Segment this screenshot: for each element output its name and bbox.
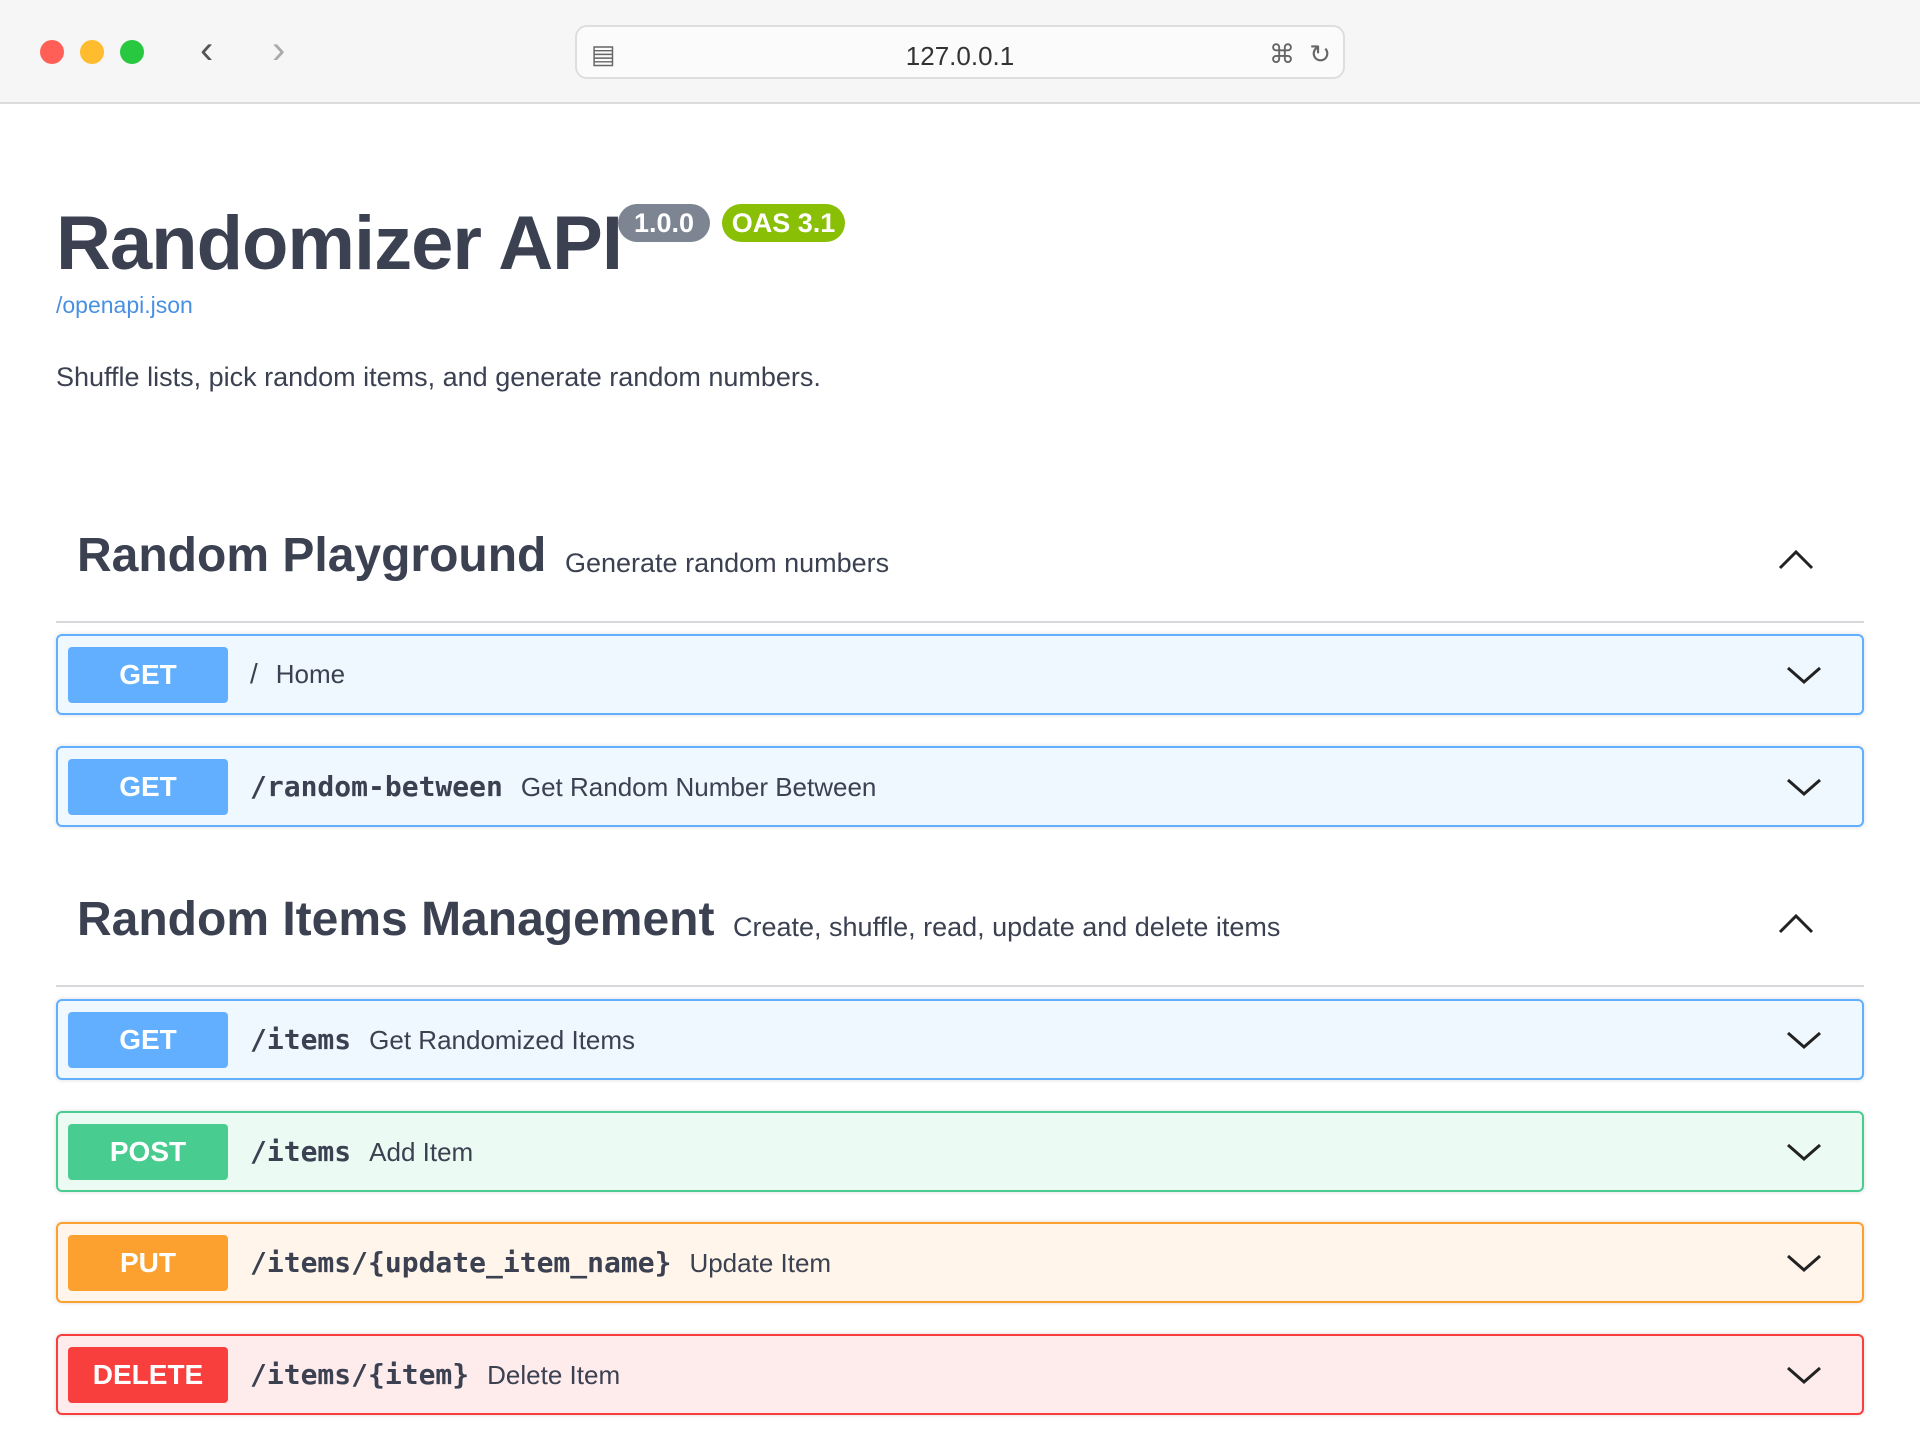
operation-path: /items/{item} [250,1358,469,1391]
chevron-down-icon[interactable] [1786,1025,1822,1055]
operation-path-row: /items Get Randomized Items [250,1023,635,1056]
operation-path-row: /items/{update_item_name} Update Item [250,1246,831,1279]
operation-summary: Update Item [689,1248,831,1278]
operation-summary: Add Item [369,1137,473,1167]
chevron-down-icon[interactable] [1786,772,1822,802]
operation-get[interactable]: GET /random-between Get Random Number Bet… [56,746,1864,827]
operation-summary: Get Randomized Items [369,1025,635,1055]
method-badge: PUT [68,1235,228,1291]
back-icon[interactable]: ‹ [200,30,213,70]
operation-path: / [250,658,258,689]
method-badge: POST [68,1124,228,1180]
chevron-up-icon[interactable] [1778,906,1814,942]
section-divider [56,985,1864,987]
operation-path-row: /random-between Get Random Number Between [250,770,876,803]
chevron-down-icon[interactable] [1786,1137,1822,1167]
minimize-window-button[interactable] [80,40,104,64]
address-bar[interactable]: ▤ 127.0.0.1 ⌘ ↻ [575,25,1345,79]
section-header-random-items-management[interactable]: Random Items Management Create, shuffle,… [56,892,1864,992]
chevron-down-icon[interactable] [1786,660,1822,690]
version-badge: 1.0.0 [618,204,710,242]
operation-get[interactable]: GET / Home [56,634,1864,715]
method-badge: GET [68,1012,228,1068]
browser-toolbar: ‹ › ▤ 127.0.0.1 ⌘ ↻ [0,0,1920,104]
method-badge: GET [68,647,228,703]
operation-path: /items [250,1135,351,1168]
url-text: 127.0.0.1 [577,41,1343,72]
forward-icon[interactable]: › [272,30,285,70]
section-title: Random Items Management [77,892,714,947]
chevron-down-icon[interactable] [1786,1248,1822,1278]
method-badge: DELETE [68,1347,228,1403]
operation-get[interactable]: GET /items Get Randomized Items [56,999,1864,1080]
operation-post[interactable]: POST /items Add Item [56,1111,1864,1192]
oas-badge: OAS 3.1 [722,204,845,242]
chevron-down-icon[interactable] [1786,1360,1822,1390]
section-title: Random Playground [77,528,546,583]
operation-path-row: /items Add Item [250,1135,473,1168]
api-description: Shuffle lists, pick random items, and ge… [56,362,821,393]
reload-icon[interactable]: ↻ [1309,39,1331,70]
translate-icon[interactable]: ⌘ [1269,39,1295,70]
method-badge: GET [68,759,228,815]
operation-summary: Get Random Number Between [521,772,877,802]
operation-path: /random-between [250,770,503,803]
operation-put[interactable]: PUT /items/{update_item_name} Update Item [56,1222,1864,1303]
openapi-json-link[interactable]: /openapi.json [56,292,193,319]
section-subtitle: Generate random numbers [565,548,889,579]
operation-summary: Delete Item [487,1360,620,1390]
section-subtitle: Create, shuffle, read, update and delete… [733,912,1280,943]
operation-delete[interactable]: DELETE /items/{item} Delete Item [56,1334,1864,1415]
chevron-up-icon[interactable] [1778,542,1814,578]
maximize-window-button[interactable] [120,40,144,64]
operation-path-row: / Home [250,658,345,690]
section-header-random-playground[interactable]: Random Playground Generate random number… [56,528,1864,628]
section-divider [56,621,1864,623]
page-title: Randomizer API [56,200,622,287]
close-window-button[interactable] [40,40,64,64]
operation-summary: Home [276,659,345,689]
operation-path-row: /items/{item} Delete Item [250,1358,620,1391]
operation-path: /items/{update_item_name} [250,1246,671,1279]
operation-path: /items [250,1023,351,1056]
